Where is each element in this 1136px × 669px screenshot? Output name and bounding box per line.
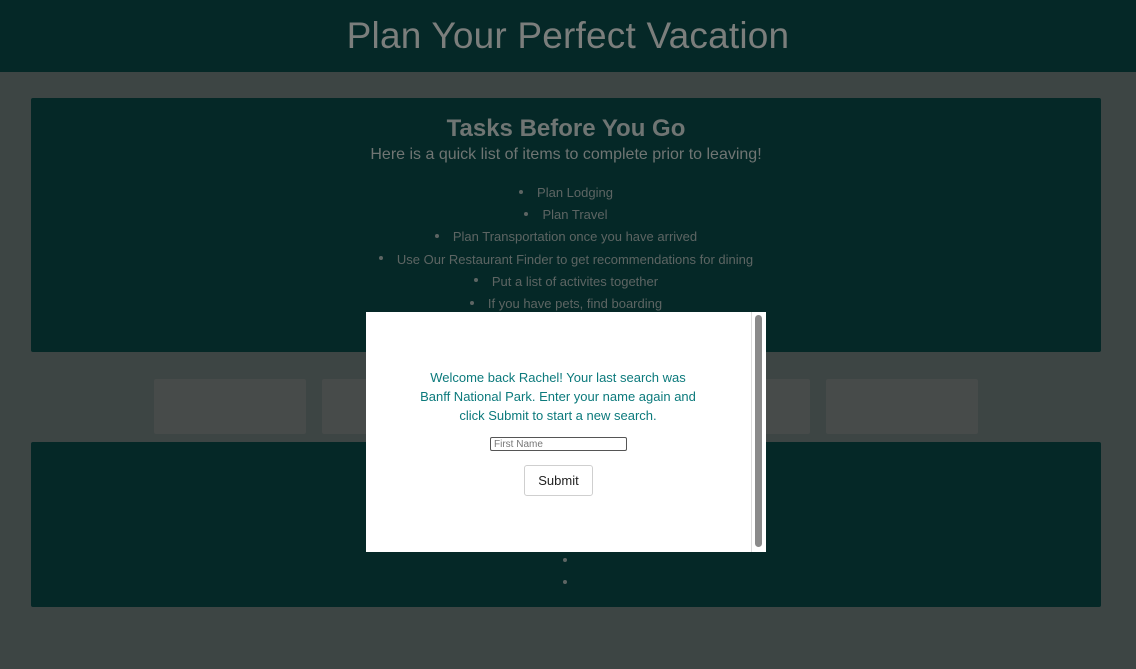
list-item: Plan Lodging: [31, 184, 1101, 206]
scrollbar-thumb[interactable]: [755, 315, 762, 547]
nav-card-1[interactable]: [154, 379, 306, 434]
bullet-icon: [524, 211, 529, 216]
welcome-message: Welcome back Rachel! Your last search wa…: [420, 370, 696, 423]
bullet-icon: [563, 558, 567, 562]
page-title: Plan Your Perfect Vacation: [346, 15, 790, 56]
bullet-icon: [563, 580, 567, 584]
list-item: Put a list of activites together: [31, 273, 1101, 295]
task-item-label: Plan Travel: [542, 207, 608, 223]
submit-button[interactable]: Submit: [524, 465, 593, 496]
list-item: Use Our Restaurant Finder to get recomme…: [31, 251, 1101, 273]
page: Plan Your Perfect Vacation Tasks Before …: [0, 0, 1136, 669]
bullet-icon: [378, 256, 383, 261]
welcome-modal: Welcome back Rachel! Your last search wa…: [366, 312, 766, 552]
bullet-icon: [473, 278, 478, 283]
task-item-label: Put a list of activites together: [491, 273, 659, 289]
task-item-label: Plan Lodging: [537, 185, 613, 200]
task-item-label: Plan Transportation once you have arrive…: [452, 229, 698, 245]
tasks-subtitle: Here is a quick list of items to complet…: [370, 146, 762, 163]
list-item: Plan Transportation once you have arrive…: [31, 228, 1101, 250]
nav-card-5[interactable]: [826, 379, 978, 434]
task-item-label: If you have pets, find boarding: [487, 295, 663, 311]
task-item-label: Use Our Restaurant Finder to get recomme…: [396, 251, 754, 267]
tasks-heading: Tasks Before You Go: [446, 115, 686, 142]
modal-scrollbar[interactable]: [751, 312, 766, 552]
bullet-icon: [469, 300, 474, 305]
first-name-input[interactable]: [490, 437, 627, 451]
list-item: Plan Travel: [31, 206, 1101, 228]
bullet-icon: [519, 189, 524, 194]
task-list: Plan Lodging Plan Travel Plan Transporta…: [31, 184, 1101, 317]
bullet-icon: [434, 233, 439, 238]
site-header: Plan Your Perfect Vacation: [0, 0, 1136, 72]
